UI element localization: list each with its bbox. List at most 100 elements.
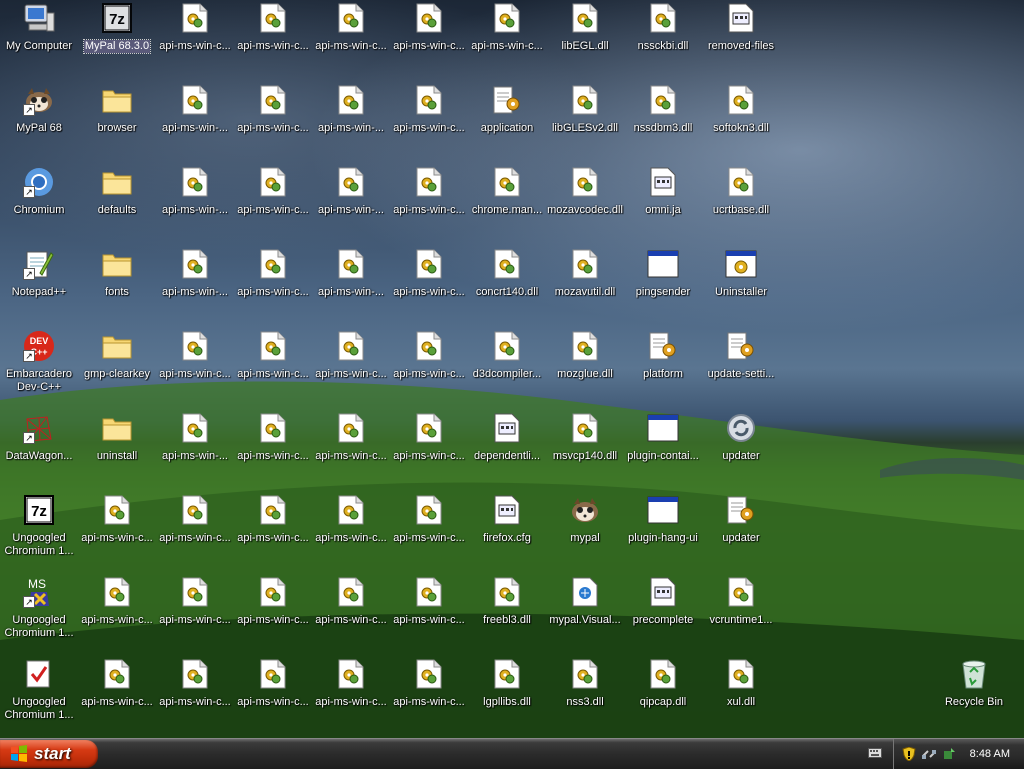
desktop-icon-ungoogled-chromium-1[interactable]: 7z Ungoogled Chromium 1... (0, 492, 78, 572)
desktop-icon-api-ms-win-c[interactable]: api-ms-win-c... (390, 574, 468, 654)
desktop-icon-nssdbm3-dll[interactable]: nssdbm3.dll (624, 82, 702, 162)
desktop-icon-api-ms-win-c[interactable]: api-ms-win-c... (390, 82, 468, 162)
desktop-icon-api-ms-win-c[interactable]: api-ms-win-c... (156, 328, 234, 408)
desktop-icon-mypal-68[interactable]: ↗ MyPal 68 (0, 82, 78, 162)
desktop-icon-api-ms-win-c[interactable]: api-ms-win-c... (312, 410, 390, 490)
desktop-icon-mozglue-dll[interactable]: mozglue.dll (546, 328, 624, 408)
desktop-icon-api-ms-win-c[interactable]: api-ms-win-c... (390, 0, 468, 80)
desktop-icon-api-ms-win[interactable]: api-ms-win-... (156, 410, 234, 490)
desktop-icon-api-ms-win-c[interactable]: api-ms-win-c... (390, 328, 468, 408)
desktop-icon-api-ms-win[interactable]: api-ms-win-... (312, 164, 390, 244)
desktop-icon-api-ms-win[interactable]: api-ms-win-... (156, 246, 234, 326)
desktop-icon-api-ms-win-c[interactable]: api-ms-win-c... (390, 410, 468, 490)
desktop-icon-api-ms-win-c[interactable]: api-ms-win-c... (390, 492, 468, 572)
dll-icon (413, 84, 445, 116)
desktop-icon-api-ms-win-c[interactable]: api-ms-win-c... (468, 0, 546, 80)
desktop-icon-concrt140-dll[interactable]: concrt140.dll (468, 246, 546, 326)
desktop-icon-api-ms-win-c[interactable]: api-ms-win-c... (390, 246, 468, 326)
desktop-icon-recycle-bin[interactable]: Recycle Bin (935, 656, 1013, 736)
desktop-icon-api-ms-win[interactable]: api-ms-win-... (312, 246, 390, 326)
desktop-icon-msvcp140-dll[interactable]: msvcp140.dll (546, 410, 624, 490)
desktop-icon-api-ms-win-c[interactable]: api-ms-win-c... (390, 164, 468, 244)
desktop-icon-mypal-68-3-0[interactable]: 7z MyPal 68.3.0 (78, 0, 156, 80)
desktop-icon-plugin-contai[interactable]: plugin-contai... (624, 410, 702, 490)
dll-icon (491, 248, 523, 280)
desktop-icon-api-ms-win-c[interactable]: api-ms-win-c... (390, 656, 468, 736)
desktop-icon-firefox-cfg[interactable]: firefox.cfg (468, 492, 546, 572)
desktop-icon-freebl3-dll[interactable]: freebl3.dll (468, 574, 546, 654)
desktop-icon-chromium[interactable]: ↗ Chromium (0, 164, 78, 244)
desktop[interactable]: My Computer ↗ MyPal 68 ↗ Chromium ↗ Notepad++ D… (0, 0, 1024, 738)
desktop-icon-updater[interactable]: updater (702, 410, 780, 490)
desktop-icon-mozavcodec-dll[interactable]: mozavcodec.dll (546, 164, 624, 244)
desktop-icon-lgpllibs-dll[interactable]: lgpllibs.dll (468, 656, 546, 736)
desktop-icon-libegl-dll[interactable]: libEGL.dll (546, 0, 624, 80)
desktop-icon-api-ms-win-c[interactable]: api-ms-win-c... (234, 0, 312, 80)
desktop-icon-update-setti[interactable]: update-setti... (702, 328, 780, 408)
desktop-icon-pingsender[interactable]: pingsender (624, 246, 702, 326)
desktop-icon-api-ms-win-c[interactable]: api-ms-win-c... (234, 656, 312, 736)
desktop-icon-ucrtbase-dll[interactable]: ucrtbase.dll (702, 164, 780, 244)
desktop-icon-chrome-man[interactable]: chrome.man... (468, 164, 546, 244)
desktop-icon-mypal[interactable]: mypal (546, 492, 624, 572)
desktop-icon-api-ms-win[interactable]: api-ms-win-... (312, 82, 390, 162)
desktop-icon-mozavutil-dll[interactable]: mozavutil.dll (546, 246, 624, 326)
desktop-icon-api-ms-win-c[interactable]: api-ms-win-c... (234, 328, 312, 408)
desktop-icon-api-ms-win-c[interactable]: api-ms-win-c... (312, 574, 390, 654)
desktop-icon-ungoogled-chromium-1[interactable]: MS ↗ Ungoogled Chromium 1... (0, 574, 78, 654)
desktop-icon-uninstaller[interactable]: Uninstaller (702, 246, 780, 326)
clock[interactable]: 8:48 AM (970, 748, 1010, 760)
desktop-icon-api-ms-win-c[interactable]: api-ms-win-c... (78, 656, 156, 736)
desktop-icon-api-ms-win-c[interactable]: api-ms-win-c... (156, 492, 234, 572)
desktop-icon-uninstall[interactable]: uninstall (78, 410, 156, 490)
safely-remove-hardware-icon[interactable] (942, 747, 956, 761)
desktop-icon-d3dcompiler[interactable]: d3dcompiler... (468, 328, 546, 408)
desktop-icon-omni-ja[interactable]: omni.ja (624, 164, 702, 244)
desktop-icon-api-ms-win-c[interactable]: api-ms-win-c... (312, 656, 390, 736)
desktop-icon-api-ms-win-c[interactable]: api-ms-win-c... (312, 328, 390, 408)
desktop-icon-api-ms-win-c[interactable]: api-ms-win-c... (234, 410, 312, 490)
desktop-icon-api-ms-win-c[interactable]: api-ms-win-c... (78, 574, 156, 654)
desktop-icon-my-computer[interactable]: My Computer (0, 0, 78, 80)
desktop-icon-api-ms-win-c[interactable]: api-ms-win-c... (312, 492, 390, 572)
desktop-icon-plugin-hang-ui[interactable]: plugin-hang-ui (624, 492, 702, 572)
desktop-icon-api-ms-win-c[interactable]: api-ms-win-c... (234, 492, 312, 572)
desktop-icon-embarcadero-dev-c[interactable]: DEV C++ ↗ Embarcadero Dev-C++ (0, 328, 78, 408)
desktop-icon-notepad[interactable]: ↗ Notepad++ (0, 246, 78, 326)
desktop-icon-removed-files[interactable]: removed-files (702, 0, 780, 80)
desktop-icon-api-ms-win-c[interactable]: api-ms-win-c... (156, 656, 234, 736)
desktop-icon-api-ms-win[interactable]: api-ms-win-... (156, 82, 234, 162)
security-shield-icon[interactable] (902, 747, 916, 761)
desktop-icon-defaults[interactable]: defaults (78, 164, 156, 244)
desktop-icon-ungoogled-chromium-1[interactable]: Ungoogled Chromium 1... (0, 656, 78, 736)
desktop-icon-browser[interactable]: browser (78, 82, 156, 162)
desktop-icon-libglesv2-dll[interactable]: libGLESv2.dll (546, 82, 624, 162)
desktop-icon-nssckbi-dll[interactable]: nssckbi.dll (624, 0, 702, 80)
desktop-icon-mypal-visual[interactable]: mypal.Visual... (546, 574, 624, 654)
desktop-icon-api-ms-win-c[interactable]: api-ms-win-c... (234, 164, 312, 244)
desktop-icon-precomplete[interactable]: precomplete (624, 574, 702, 654)
desktop-icon-gmp-clearkey[interactable]: gmp-clearkey (78, 328, 156, 408)
desktop-icon-api-ms-win-c[interactable]: api-ms-win-c... (156, 0, 234, 80)
desktop-icon-xul-dll[interactable]: xul.dll (702, 656, 780, 736)
desktop-icon-api-ms-win-c[interactable]: api-ms-win-c... (156, 574, 234, 654)
desktop-icon-datawagon[interactable]: ↗ DataWagon... (0, 410, 78, 490)
desktop-icon-api-ms-win[interactable]: api-ms-win-... (156, 164, 234, 244)
desktop-icon-api-ms-win-c[interactable]: api-ms-win-c... (234, 82, 312, 162)
desktop-icon-api-ms-win-c[interactable]: api-ms-win-c... (234, 246, 312, 326)
desktop-icon-application[interactable]: application (468, 82, 546, 162)
desktop-icon-platform[interactable]: platform (624, 328, 702, 408)
desktop-icon-api-ms-win-c[interactable]: api-ms-win-c... (312, 0, 390, 80)
desktop-icon-api-ms-win-c[interactable]: api-ms-win-c... (234, 574, 312, 654)
desktop-icon-dependentli[interactable]: dependentli... (468, 410, 546, 490)
keyboard-icon[interactable] (868, 748, 882, 758)
desktop-icon-softokn3-dll[interactable]: softokn3.dll (702, 82, 780, 162)
desktop-icon-fonts[interactable]: fonts (78, 246, 156, 326)
start-button[interactable]: start (0, 740, 98, 768)
desktop-icon-nss3-dll[interactable]: nss3.dll (546, 656, 624, 736)
network-icon[interactable] (922, 747, 936, 761)
desktop-icon-vcruntime1[interactable]: vcruntime1... (702, 574, 780, 654)
desktop-icon-api-ms-win-c[interactable]: api-ms-win-c... (78, 492, 156, 572)
desktop-icon-qipcap-dll[interactable]: qipcap.dll (624, 656, 702, 736)
desktop-icon-updater[interactable]: updater (702, 492, 780, 572)
